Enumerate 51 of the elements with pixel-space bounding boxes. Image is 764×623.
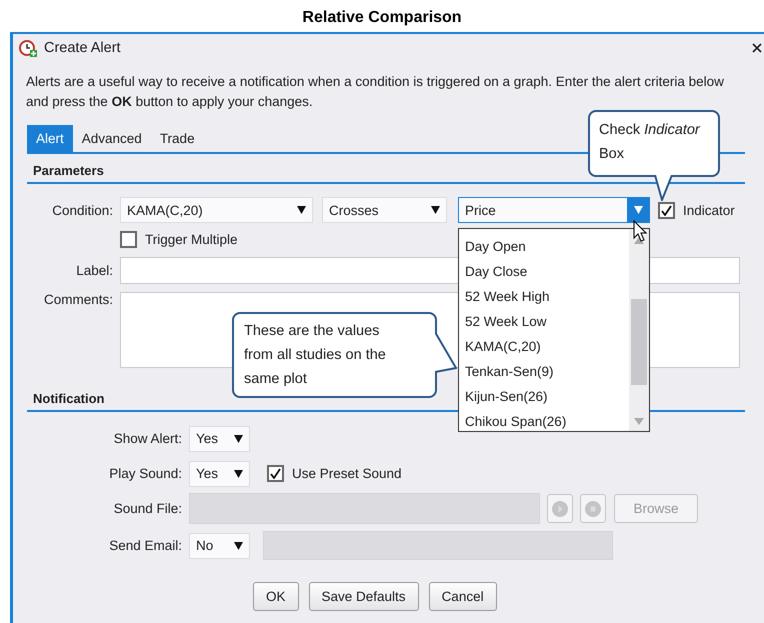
operand-dropdown[interactable]: KAMA(C,20) [120, 197, 313, 223]
tab[interactable]: Advanced [72, 125, 151, 152]
description-text: Alerts are a useful way to receive a notification when a condition is triggered on a graph. Enter the alert criteria below and press the OK button to apply your changes. [26, 73, 725, 111]
list-item[interactable]: Kijun-Sen(26) [459, 384, 629, 409]
page-title: Relative Comparison [301, 8, 463, 28]
tab[interactable]: Alert [27, 125, 73, 152]
sound-file-label: Sound File: [112, 501, 182, 516]
trigger-label: Trigger Multiple [145, 232, 238, 246]
comments-label: Comments: [42, 292, 113, 307]
alarm-clock-icon [18, 38, 38, 58]
scroll-down-icon[interactable] [634, 418, 644, 425]
indicator-checkbox[interactable] [658, 202, 675, 218]
stop-icon [585, 500, 601, 516]
list-item[interactable]: Day Close [459, 259, 629, 284]
window-title: Create Alert [44, 40, 121, 56]
dialog-button[interactable]: OK [253, 582, 299, 611]
trigger-checkbox[interactable] [120, 230, 137, 248]
caret-icon [234, 434, 243, 442]
caret-icon [431, 206, 440, 214]
close-icon[interactable] [752, 43, 762, 53]
show-alert-label: Show Alert: [112, 431, 182, 446]
caret-icon [234, 470, 243, 478]
caret-icon [634, 206, 642, 214]
play-sound-label: Play Sound: [108, 466, 182, 481]
stop-button[interactable] [580, 494, 606, 523]
caret-icon [234, 542, 243, 550]
preset-sound-checkbox[interactable] [267, 465, 284, 482]
send-email-label: Send Email: [108, 538, 182, 553]
send-email-dropdown[interactable]: No [189, 532, 250, 558]
show-alert-dropdown[interactable]: Yes [189, 426, 250, 452]
scrollbar[interactable] [629, 229, 649, 431]
dialog-button[interactable]: Save Defaults [308, 582, 419, 611]
indicator-label: Indicator [683, 202, 735, 218]
list-item[interactable]: Tenkan-Sen(9) [459, 359, 629, 384]
preset-sound-label: Use Preset Sound [292, 466, 402, 481]
play-icon [552, 500, 568, 516]
list-item[interactable]: KAMA(C,20) [459, 334, 629, 359]
play-sound-dropdown[interactable]: Yes [189, 460, 250, 486]
list-item[interactable]: Day Open [459, 234, 629, 259]
label-label: Label: [75, 263, 113, 278]
email-field[interactable] [263, 531, 613, 560]
operator-dropdown[interactable]: Crosses [322, 197, 447, 223]
play-button[interactable] [547, 494, 573, 523]
caret-icon [297, 206, 306, 214]
list-item[interactable]: 52 Week Low [459, 309, 629, 334]
tab[interactable]: Trade [150, 125, 204, 152]
list-item[interactable]: 52 Week High [459, 284, 629, 309]
dialog-button[interactable]: Cancel [428, 582, 497, 611]
target-dropdown[interactable]: Price [458, 197, 650, 223]
condition-label: Condition: [51, 202, 113, 218]
list-item[interactable]: Chikou Span(26) [459, 409, 629, 434]
